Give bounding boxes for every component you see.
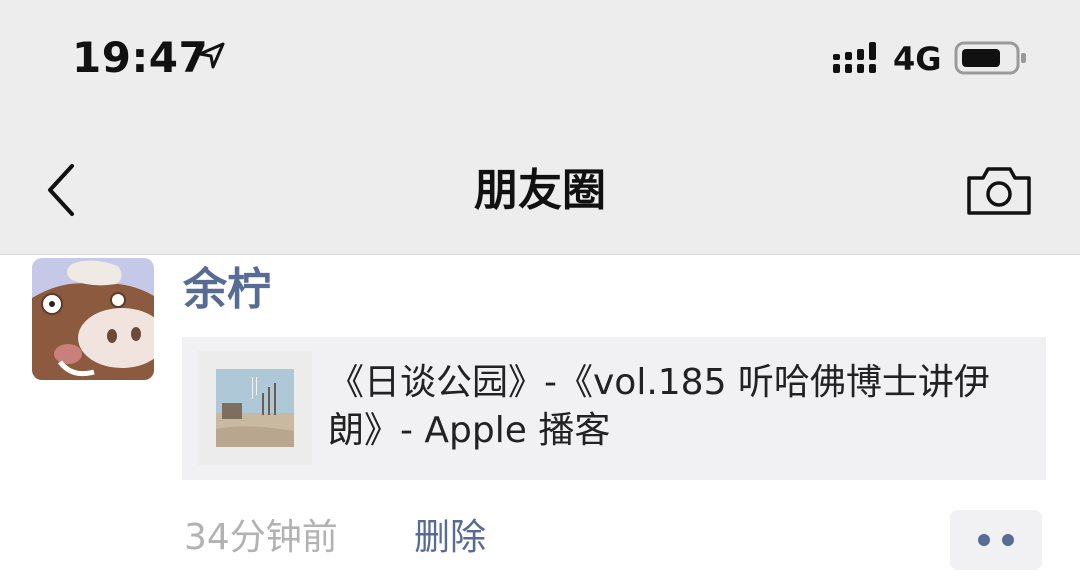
top-bar: 19:47 4G 朋友圈 (0, 0, 1080, 255)
author-name[interactable]: 余柠 (183, 262, 271, 318)
avatar-image (32, 258, 154, 380)
post-timestamp: 34分钟前 (184, 517, 338, 558)
link-title: 《日谈公园》-《vol.185 听哈佛博士讲伊朗》- Apple 播客 (328, 362, 990, 451)
more-dots-icon[interactable] (950, 510, 1042, 570)
page-title: 朋友圈 (474, 165, 606, 216)
status-time: 19:47 (72, 33, 209, 82)
battery-icon (954, 41, 1026, 75)
network-label: 4G (893, 40, 942, 78)
dot (978, 534, 990, 546)
link-thumbnail (198, 351, 312, 465)
delete-button[interactable]: 删除 (414, 510, 486, 566)
avatar[interactable] (32, 258, 154, 380)
camera-icon[interactable] (966, 164, 1032, 216)
cellular-signal-icon (833, 42, 876, 73)
location-arrow-icon (198, 42, 225, 69)
shared-link-card[interactable]: 《日谈公园》-《vol.185 听哈佛博士讲伊朗》- Apple 播客 (182, 337, 1046, 480)
dot (1002, 534, 1014, 546)
